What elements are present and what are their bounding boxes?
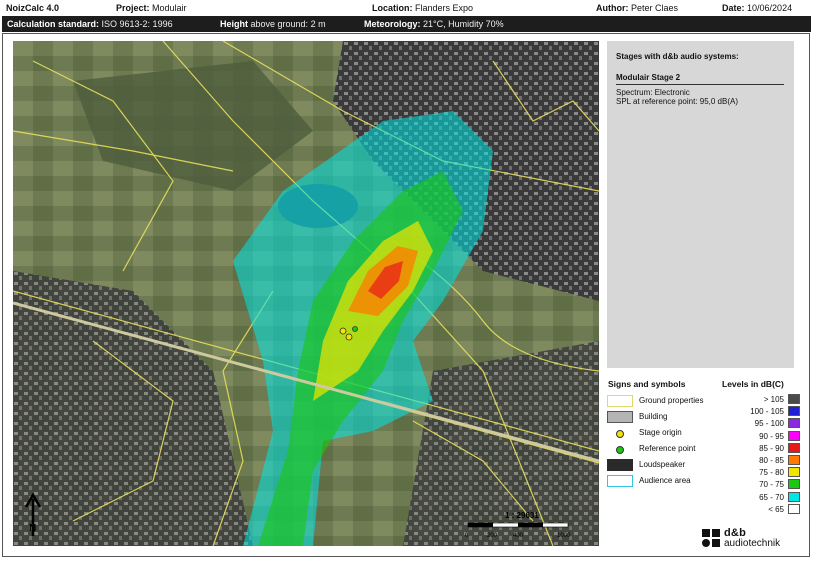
location-field: Location: Flanders Expo xyxy=(372,3,474,13)
level-swatch xyxy=(788,491,800,502)
level-row: 100 - 105 xyxy=(730,406,800,417)
reference-point-icon xyxy=(607,443,633,455)
loudspeaker-icon xyxy=(607,459,633,471)
stage-spectrum: Spectrum: Electronic xyxy=(616,88,690,97)
level-swatch xyxy=(788,406,800,417)
scale-tick-2: 400 xyxy=(513,533,524,539)
noise-map[interactable]: N 1 : 29631 0 200 400 1000 xyxy=(13,41,599,546)
audience-area-icon xyxy=(607,475,633,487)
dnb-logo: d&b audiotechnik xyxy=(702,527,802,551)
author-field: Author: Peter Claes xyxy=(596,3,679,13)
level-label: < 65 xyxy=(768,504,784,514)
level-row: 80 - 85 xyxy=(730,455,800,466)
level-label: 85 - 90 xyxy=(759,443,784,453)
legend-label: Loudspeaker xyxy=(639,460,686,469)
level-row: > 105 xyxy=(730,394,800,405)
level-row: < 65 xyxy=(730,503,800,515)
stages-title: Stages with d&b audio systems: xyxy=(616,52,739,61)
level-label: > 105 xyxy=(763,395,784,404)
level-row: 70 - 75 xyxy=(730,479,800,490)
scale-bar xyxy=(467,522,569,528)
level-swatch xyxy=(788,442,800,453)
legend-label: Ground properties xyxy=(639,396,704,405)
legend-label: Building xyxy=(639,412,668,421)
level-swatch xyxy=(788,467,800,478)
level-row: 75 - 80 xyxy=(730,467,800,478)
app-name: NoizCalc 4.0 xyxy=(6,3,60,13)
level-label: 95 - 100 xyxy=(754,419,784,429)
calculation-info-bar: Calculation standard: ISO 9613-2: 1996 H… xyxy=(2,16,811,32)
level-label: 90 - 95 xyxy=(759,431,784,441)
height-info: Height above ground: 2 m xyxy=(220,19,326,29)
level-label: 75 - 80 xyxy=(759,468,784,478)
level-swatch xyxy=(788,430,800,441)
level-label: 100 - 105 xyxy=(750,407,784,417)
legend-label: Audience area xyxy=(639,476,691,485)
calc-standard: Calculation standard: ISO 9613-2: 1996 xyxy=(7,19,173,29)
level-swatch xyxy=(788,394,800,404)
level-row: 95 - 100 xyxy=(730,418,800,429)
level-row: 85 - 90 xyxy=(730,442,800,454)
level-row: 65 - 70 xyxy=(730,491,800,503)
level-swatch xyxy=(788,455,800,465)
stage-name: Modulair Stage 2 xyxy=(616,73,784,85)
project-field: Project: Modulair xyxy=(116,3,187,13)
logo-line2: audiotechnik xyxy=(724,538,781,549)
levels-title: Levels in dB(C) xyxy=(722,379,784,389)
date-field: Date: 10/06/2024 xyxy=(722,3,793,13)
level-row: 90 - 95 xyxy=(730,430,800,442)
stage-spl: SPL at reference point: 95,0 dB(A) xyxy=(616,97,738,106)
scale-ratio: 1 : 29631 xyxy=(505,511,539,520)
level-label: 80 - 85 xyxy=(759,456,784,465)
level-label: 70 - 75 xyxy=(759,480,784,490)
legend-label: Stage origin xyxy=(639,428,682,437)
stage-origin-marker xyxy=(339,327,347,335)
signs-title: Signs and symbols xyxy=(608,379,686,389)
noise-map-canvas: N 1 : 29631 0 200 400 1000 xyxy=(13,41,599,546)
level-swatch xyxy=(788,418,800,429)
reference-point-marker xyxy=(352,326,358,332)
legend-label: Reference point xyxy=(639,444,696,453)
level-label: 65 - 70 xyxy=(759,492,784,502)
scale-tick-3: 1000 xyxy=(557,533,571,539)
stage-info-panel: Stages with d&b audio systems: Modulair … xyxy=(607,41,794,368)
scale-tick-1: 200 xyxy=(487,533,498,539)
building-icon xyxy=(607,411,633,423)
north-label: N xyxy=(29,523,36,534)
ground-properties-icon xyxy=(607,395,633,407)
level-swatch xyxy=(788,503,800,514)
report-header: NoizCalc 4.0 Project: Modulair Location:… xyxy=(0,0,813,16)
stage-origin-icon xyxy=(607,427,633,439)
level-swatch xyxy=(788,479,800,490)
meteorology-info: Meteorology: 21°C, Humidity 70% xyxy=(364,19,504,29)
stage-origin-marker-2 xyxy=(345,333,353,341)
